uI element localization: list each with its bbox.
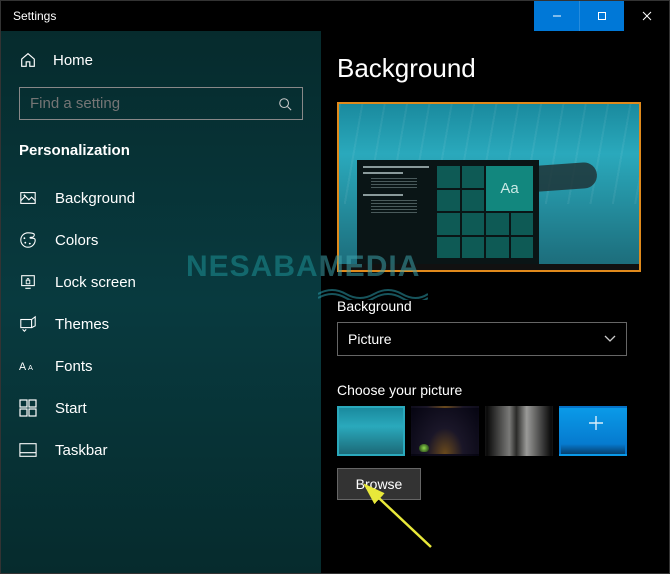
section-heading: Personalization <box>19 142 303 159</box>
body: Home Personalization Background Colo <box>1 31 669 573</box>
thumbnail-4[interactable] <box>559 406 627 456</box>
preview-start-menu: Aa <box>357 160 539 264</box>
thumbnail-1[interactable] <box>337 406 405 456</box>
home-link[interactable]: Home <box>19 51 303 69</box>
sidebar: Home Personalization Background Colo <box>1 31 321 573</box>
home-label: Home <box>53 52 93 69</box>
nav-label: Colors <box>55 232 98 249</box>
thumbnail-3[interactable] <box>485 406 553 456</box>
content-pane: Background Aa <box>321 31 669 573</box>
dropdown-value: Picture <box>348 331 392 347</box>
choose-picture-label: Choose your picture <box>337 382 669 398</box>
lock-screen-icon <box>19 273 37 291</box>
titlebar: Settings <box>1 1 669 31</box>
nav-fonts[interactable]: AA Fonts <box>19 345 303 387</box>
picture-icon <box>19 189 37 207</box>
background-label: Background <box>337 298 669 314</box>
nav-colors[interactable]: Colors <box>19 219 303 261</box>
nav-label: Themes <box>55 316 109 333</box>
nav-lockscreen[interactable]: Lock screen <box>19 261 303 303</box>
nav-background[interactable]: Background <box>19 177 303 219</box>
nav-label: Taskbar <box>55 442 108 459</box>
nav-label: Lock screen <box>55 274 136 291</box>
settings-window: Settings Home <box>0 0 670 574</box>
background-dropdown[interactable]: Picture <box>337 322 627 356</box>
themes-icon <box>19 315 37 333</box>
svg-text:A: A <box>28 363 33 372</box>
nav-label: Background <box>55 190 135 207</box>
thumbnail-2[interactable] <box>411 406 479 456</box>
nav-label: Start <box>55 400 87 417</box>
picture-thumbnails <box>337 406 669 456</box>
start-icon <box>19 399 37 417</box>
desktop-preview: Aa <box>337 102 641 272</box>
nav-label: Fonts <box>55 358 93 375</box>
svg-text:A: A <box>19 361 27 373</box>
search-box[interactable] <box>19 87 303 120</box>
window-controls <box>534 1 669 31</box>
palette-icon <box>19 231 37 249</box>
minimize-button[interactable] <box>534 1 579 31</box>
home-icon <box>19 51 37 69</box>
browse-button[interactable]: Browse <box>337 468 421 500</box>
nav-themes[interactable]: Themes <box>19 303 303 345</box>
preview-sample-tile: Aa <box>486 166 533 211</box>
fonts-icon: AA <box>19 357 37 375</box>
nav-start[interactable]: Start <box>19 387 303 429</box>
nav-taskbar[interactable]: Taskbar <box>19 429 303 471</box>
taskbar-icon <box>19 441 37 459</box>
page-heading: Background <box>337 53 669 84</box>
chevron-down-icon <box>604 335 616 343</box>
maximize-button[interactable] <box>579 1 624 31</box>
window-title: Settings <box>13 9 56 23</box>
close-button[interactable] <box>624 1 669 31</box>
search-input[interactable] <box>30 95 278 112</box>
search-icon <box>278 97 292 111</box>
